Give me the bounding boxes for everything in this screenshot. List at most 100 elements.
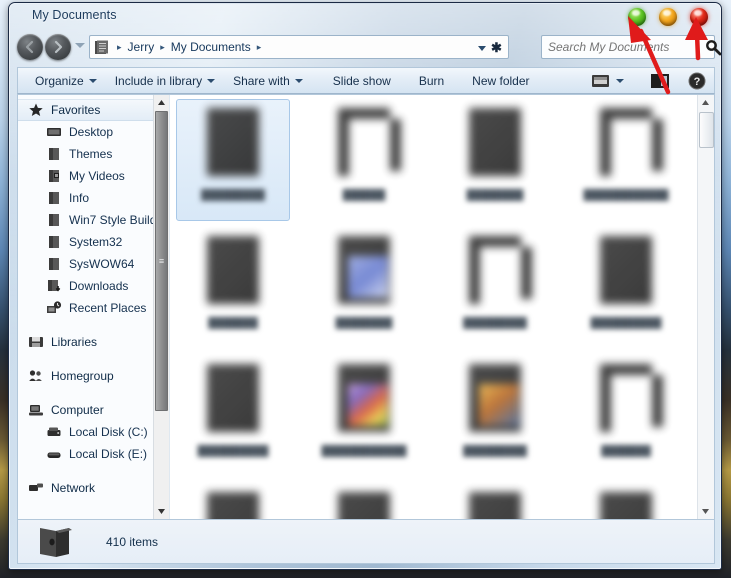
help-icon: ? [688,72,706,89]
chevron-down-icon[interactable] [478,46,486,51]
file-item[interactable]: ███████ [569,355,683,477]
file-item[interactable]: ████████████ [307,355,421,477]
burn-button[interactable]: Burn [410,70,453,92]
sidebar-group-network[interactable]: Network [18,477,154,499]
sidebar-item-local-disk-c[interactable]: Local Disk (C:) [18,421,154,443]
file-item-label: ███████ [208,318,258,329]
file-thumbnail [588,362,664,442]
network-icon [29,483,43,491]
document-icon [207,108,259,176]
file-item-label: ████████ [335,318,393,329]
folder-icon [49,148,59,160]
scroll-down-arrow-icon[interactable] [698,504,713,519]
folder-icon [95,40,108,54]
window-controls [628,8,708,26]
sidebar-group-computer[interactable]: Computer [18,399,154,421]
address-bar-row: ▸ Jerry ▸ My Documents ▸ ✱ [9,31,721,63]
sidebar-item-win7-style-builder[interactable]: Win7 Style Builde [18,209,154,231]
include-in-library-label: Include in library [114,73,203,88]
sidebar-item-syswow64[interactable]: SysWOW64 [18,253,154,275]
status-text: 410 items [106,534,159,549]
file-item-label: █████████ [463,446,527,457]
slide-show-button[interactable]: Slide show [324,70,400,92]
maximize-button[interactable] [659,8,677,26]
sidebar-item-recent-places[interactable]: Recent Places [18,297,154,319]
help-button[interactable]: ? [688,72,706,90]
recent-pages-button[interactable] [75,43,85,48]
file-item[interactable]: ███████ [176,227,290,349]
search-input[interactable] [548,40,705,54]
file-thumbnail [326,490,402,519]
sidebar-item-system32-label: System32 [69,235,123,249]
sidebar-group-favorites[interactable]: Favorites [18,99,154,121]
sidebar-item-desktop[interactable]: Desktop [18,121,154,143]
sidebar-item-syswow64-label: SysWOW64 [69,257,135,271]
organize-menu-button[interactable]: Organize [26,70,106,92]
folder-icon [49,214,59,226]
sidebar-item-info-label: Info [69,191,90,205]
search-box[interactable] [541,35,721,59]
share-with-menu-button[interactable]: Share with [224,70,312,92]
chevron-down-icon[interactable] [616,78,624,83]
sidebar-item-my-videos[interactable]: My Videos [18,165,154,187]
forward-button[interactable] [45,34,71,60]
sidebar-item-win7-style-builder-label: Win7 Style Builde [69,213,154,227]
breadcrumb-separator-0: ▸ [117,41,122,52]
sidebar-item-local-disk-e[interactable]: Local Disk (E:) [18,443,154,465]
sidebar-item-themes[interactable]: Themes [18,143,154,165]
refresh-button[interactable]: ✱ [488,39,505,56]
file-item[interactable]: █████████ [438,355,552,477]
file-item[interactable]: █████████ [176,99,290,221]
slide-show-label: Slide show [332,73,391,88]
chevron-down-icon [88,78,97,83]
file-item[interactable]: █████ [438,483,552,519]
file-list-pane[interactable]: █████████ ██████ ████████ ████████████ █████… [170,95,714,519]
open-folder-icon [40,527,72,557]
file-item[interactable]: ██████ [307,99,421,221]
sidebar-group-libraries[interactable]: Libraries [18,331,154,353]
scroll-up-arrow-icon[interactable] [698,95,713,110]
sidebar-item-system32[interactable]: System32 [18,231,154,253]
breadcrumb[interactable]: ▸ Jerry ▸ My Documents ▸ ✱ [89,35,509,59]
breadcrumb-separator-2[interactable]: ▸ [254,42,265,53]
minimize-button[interactable] [628,8,646,26]
file-list-scrollbar-thumb[interactable] [699,112,714,148]
file-item[interactable]: ██████ [569,483,683,519]
scroll-down-arrow-icon[interactable] [154,504,169,519]
file-item[interactable]: ████████ [307,227,421,349]
scroll-up-arrow-icon[interactable] [154,95,169,110]
new-folder-button[interactable]: New folder [463,70,538,92]
file-thumbnail [588,106,664,186]
sidebar-item-desktop-label: Desktop [69,125,114,139]
file-item[interactable]: █████████ [438,227,552,349]
sidebar-item-info[interactable]: Info [18,187,154,209]
sidebar-item-downloads-label: Downloads [69,279,129,293]
content-frame: Favorites Desktop Themes My Videos Info … [17,94,715,520]
file-item[interactable]: ██████████ [176,355,290,477]
file-item[interactable]: ████████ [438,99,552,221]
file-thumbnail [326,362,402,442]
view-mode-button[interactable] [591,73,610,89]
magnifier-icon[interactable] [705,39,722,56]
close-button[interactable] [690,8,708,26]
sidebar-group-homegroup[interactable]: Homegroup [18,365,154,387]
file-item[interactable]: █████ [176,483,290,519]
navigation-pane-scrollbar[interactable] [153,95,169,519]
breadcrumb-item-1[interactable]: My Documents [168,38,254,56]
preview-pane-button[interactable] [650,73,670,89]
title-bar[interactable]: My Documents [9,3,721,31]
file-item[interactable]: ██████████ [569,227,683,349]
sidebar-item-my-videos-label: My Videos [69,169,125,183]
breadcrumb-item-0[interactable]: Jerry [125,38,158,56]
file-thumbnail [195,490,271,519]
file-item[interactable]: ██████ [307,483,421,519]
file-list-scrollbar[interactable] [697,95,714,519]
sidebar-item-downloads[interactable]: Downloads [18,275,154,297]
navigation-pane-scrollbar-thumb[interactable] [155,111,168,411]
back-button[interactable] [17,34,43,60]
file-item[interactable]: ████████████ [569,99,683,221]
recent-places-icon [47,301,62,313]
document-icon [207,364,259,432]
include-in-library-menu-button[interactable]: Include in library [106,70,224,92]
